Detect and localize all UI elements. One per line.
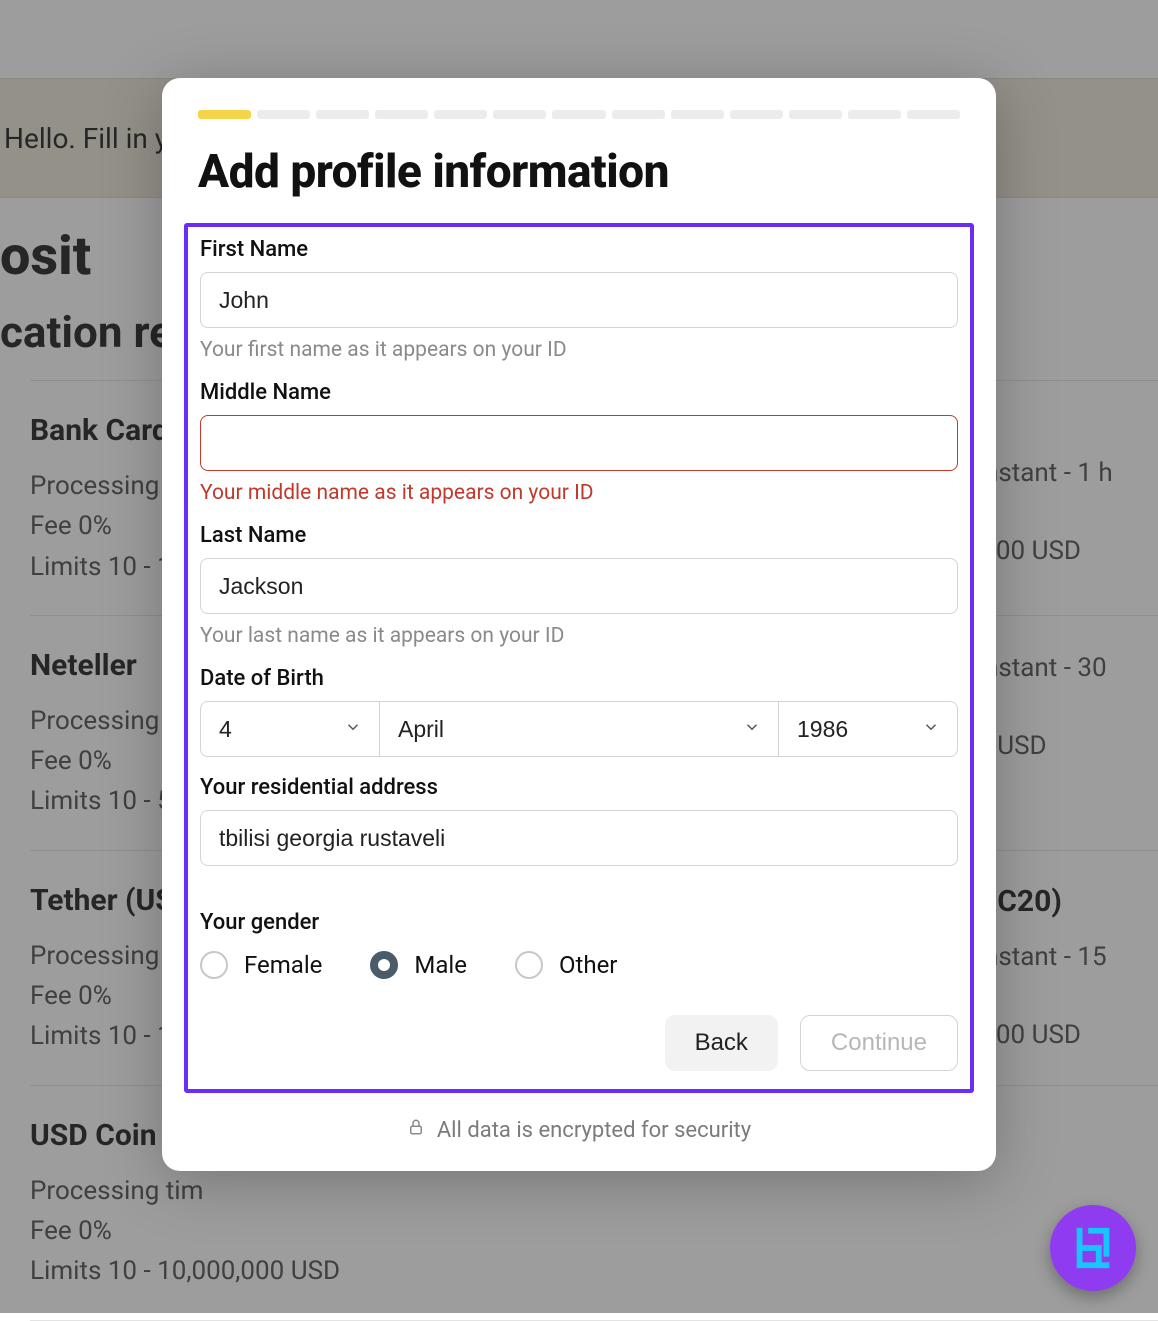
first-name-hint: Your first name as it appears on your ID [200, 338, 958, 362]
continue-button[interactable]: Continue [800, 1015, 958, 1071]
radio-icon [370, 951, 398, 979]
gender-option-male[interactable]: Male [370, 951, 467, 979]
progress-segment [493, 110, 546, 119]
gender-option-label: Male [414, 951, 467, 979]
dob-month-value[interactable] [379, 701, 779, 757]
support-fab-icon [1070, 1225, 1116, 1271]
radio-icon [515, 951, 543, 979]
progress-bar [198, 110, 960, 119]
dob-day-select[interactable] [200, 701, 380, 757]
middle-name-label: Middle Name [200, 380, 958, 405]
dob-label: Date of Birth [200, 666, 958, 691]
last-name-hint: Your last name as it appears on your ID [200, 624, 958, 648]
modal-title: Add profile information [198, 145, 960, 199]
progress-segment [789, 110, 842, 119]
middle-name-hint: Your middle name as it appears on your I… [200, 481, 958, 505]
dob-month-select[interactable] [379, 701, 779, 757]
lock-icon [407, 1117, 425, 1143]
dob-year-select[interactable] [778, 701, 958, 757]
radio-icon [200, 951, 228, 979]
back-button[interactable]: Back [665, 1015, 778, 1071]
progress-segment [612, 110, 665, 119]
progress-segment [257, 110, 310, 119]
gender-row: Female Male Other [200, 951, 958, 979]
gender-option-label: Other [559, 951, 617, 979]
progress-segment [671, 110, 724, 119]
progress-segment [375, 110, 428, 119]
support-fab[interactable] [1050, 1205, 1136, 1291]
last-name-label: Last Name [200, 523, 958, 548]
gender-label: Your gender [200, 910, 958, 935]
last-name-input[interactable] [200, 558, 958, 614]
progress-segment [316, 110, 369, 119]
profile-modal: Add profile information First Name Your … [162, 78, 996, 1171]
encryption-text: All data is encrypted for security [437, 1118, 751, 1143]
gender-option-other[interactable]: Other [515, 951, 617, 979]
progress-segment [848, 110, 901, 119]
progress-segment [434, 110, 487, 119]
address-input[interactable] [200, 810, 958, 866]
dob-row [200, 701, 958, 757]
form-highlight-box: First Name Your first name as it appears… [184, 223, 974, 1093]
encryption-notice: All data is encrypted for security [198, 1117, 960, 1143]
buttons-row: Back Continue [200, 1015, 958, 1071]
middle-name-input[interactable] [200, 415, 958, 471]
dob-year-value[interactable] [778, 701, 958, 757]
address-label: Your residential address [200, 775, 958, 800]
progress-segment [907, 110, 960, 119]
gender-option-female[interactable]: Female [200, 951, 322, 979]
first-name-label: First Name [200, 237, 958, 262]
progress-segment [730, 110, 783, 119]
first-name-input[interactable] [200, 272, 958, 328]
dob-day-value[interactable] [200, 701, 380, 757]
gender-option-label: Female [244, 951, 322, 979]
progress-segment [198, 110, 251, 119]
progress-segment [552, 110, 605, 119]
